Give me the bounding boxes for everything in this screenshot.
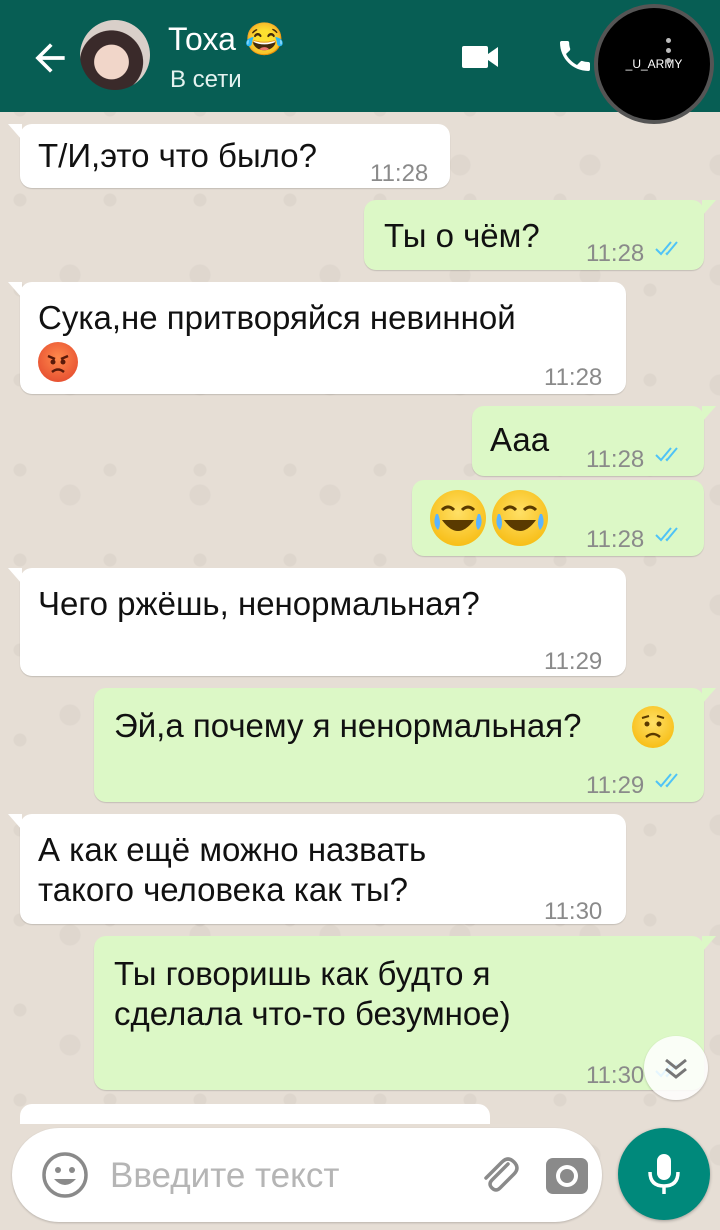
message-input[interactable] [108,1148,452,1204]
message-text: Т/И,это что было? [38,137,318,174]
contact-status: В сети [170,66,242,93]
back-arrow-icon[interactable] [28,36,72,80]
message-text: Ты говоришь как будто я сделала что-то б… [114,955,511,1032]
message-bubble-incoming-partial [20,1104,490,1124]
microphone-icon [648,1154,680,1194]
message-time: 11:28 [586,526,645,553]
message-time: 11:28 [586,446,645,473]
phone-call-icon[interactable] [555,36,595,76]
message-time: 11:30 [586,1062,645,1089]
message-time: 11:28 [544,364,603,391]
angry-face-icon [38,342,78,382]
read-receipt-icon [655,447,678,462]
message-text: Эй,а почему я ненормальная? [114,707,582,744]
message-time: 11:30 [544,898,603,925]
message-text: А как ещё можно назвать такого человека … [38,831,427,908]
video-call-icon[interactable] [460,42,500,72]
message-text: Ааа [490,421,550,458]
read-receipt-icon [655,773,678,788]
scroll-to-bottom-button[interactable] [644,1036,708,1100]
tears-of-joy-icon [430,490,486,546]
message-time: 11:29 [586,772,645,799]
message-input-bar [12,1128,602,1222]
message-time: 11:28 [586,240,645,267]
message-text: Ты о чём? [384,217,540,254]
message-bubble-incoming[interactable]: Т/И,это что было? 11:28 [8,124,450,188]
watermark-badge: _U_ARMY [594,4,714,124]
message-bubble-outgoing[interactable]: Эй,а почему я ненормальная? 11:29 [94,688,716,802]
worried-face-icon [632,706,674,748]
message-bubble-outgoing[interactable]: Ты говоришь как будто я сделала что-то б… [94,936,716,1090]
message-bubble-incoming[interactable]: Сука,не притворяйся невинной 11:28 [8,282,626,394]
chevron-down-icon [665,1058,687,1079]
message-time: 11:29 [544,648,603,675]
message-time: 11:28 [370,160,429,187]
paperclip-icon[interactable] [474,1150,524,1200]
message-text: Сука,не притворяйся невинной [38,299,516,336]
read-receipt-icon [655,527,678,542]
read-receipt-icon [655,241,678,256]
avatar[interactable] [80,20,150,90]
message-text: Чего ржёшь, ненормальная? [38,585,480,622]
message-bubble-incoming[interactable]: А как ещё можно назвать такого человека … [8,814,626,925]
voice-record-button[interactable] [618,1128,710,1220]
message-bubble-outgoing[interactable]: 11:28 [412,480,704,556]
message-bubble-incoming[interactable]: Чего ржёшь, ненормальная? 11:29 [8,568,626,676]
message-bubble-outgoing[interactable]: Ты о чём? 11:28 [364,200,716,270]
camera-icon[interactable] [542,1150,592,1200]
tears-of-joy-icon [492,490,548,546]
more-options-icon[interactable] [666,38,674,68]
contact-name[interactable]: Тоха 😂 [168,20,285,58]
message-bubble-outgoing[interactable]: Ааа 11:28 [472,406,716,476]
emoji-picker-icon[interactable] [40,1150,90,1200]
chat-header: Тоха 😂 В сети _U_ARMY [0,0,720,124]
